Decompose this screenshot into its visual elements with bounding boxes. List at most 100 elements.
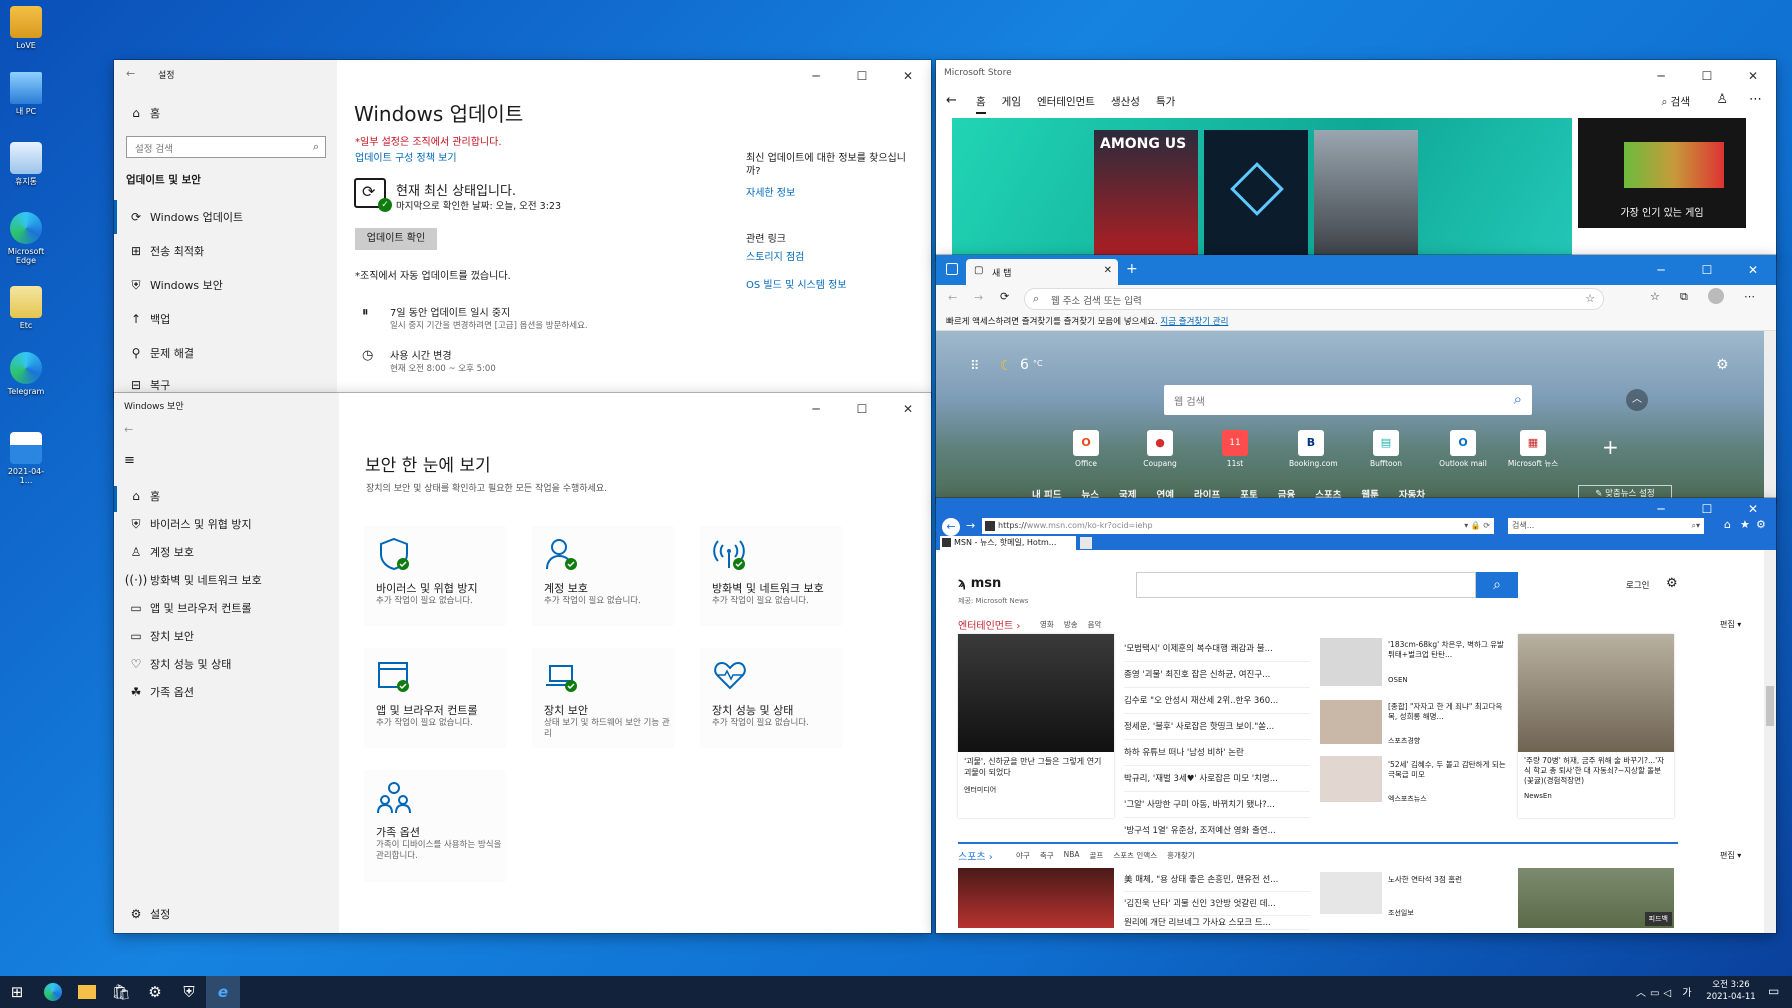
store-tab-productivity[interactable]: 생산성 bbox=[1111, 94, 1140, 114]
more-icon[interactable]: ⋯ bbox=[1749, 92, 1762, 107]
close-icon[interactable]: ✕ bbox=[1730, 498, 1776, 520]
close-icon[interactable]: ✕ bbox=[1730, 60, 1776, 92]
desktop-icon-telegram[interactable]: Telegram bbox=[4, 352, 48, 396]
maximize-icon[interactable]: ☐ bbox=[1684, 255, 1730, 285]
gear-icon[interactable]: ⚙ bbox=[1716, 357, 1729, 373]
add-tab-icon[interactable]: + bbox=[1126, 261, 1138, 277]
minimize-icon[interactable]: ─ bbox=[1638, 60, 1684, 92]
side-headline[interactable]: '183cm-68kg' 차은우, 벽하그 유발 튀태+벌크업 탄탄... bbox=[1388, 640, 1506, 660]
check-updates-button[interactable]: 업데이트 확인 bbox=[355, 228, 437, 250]
quick-link-coupang[interactable]: ● Coupang bbox=[1140, 430, 1180, 478]
tile-firewall[interactable]: 방화벽 및 네트워크 보호 추가 작업이 필요 없습니다. bbox=[700, 526, 842, 626]
system-tray[interactable]: ︿▭◁ 가 bbox=[1636, 984, 1696, 999]
account-icon[interactable]: ♙ bbox=[1716, 92, 1728, 107]
edit-link[interactable]: 편집 ▾ bbox=[1720, 619, 1741, 630]
desktop-icon-mypc[interactable]: 내 PC bbox=[4, 72, 48, 116]
store-hero-banner[interactable]: AMONG US bbox=[952, 118, 1572, 260]
more-icon[interactable]: ⋯ bbox=[1744, 290, 1755, 303]
sec-nav-virus[interactable]: ⛨ 바이러스 및 위협 방지 bbox=[122, 510, 308, 538]
maximize-icon[interactable]: ☐ bbox=[1684, 60, 1730, 92]
headline[interactable]: 美 매체, "용 상태 좋은 손흥민, 맨유전 선... bbox=[1124, 868, 1310, 892]
side-headline[interactable]: '52세' 김혜수, 두 볼고 감탄하게 되는 극복급 미모 bbox=[1388, 760, 1506, 780]
edge-scrollbar[interactable] bbox=[1764, 331, 1776, 503]
right-news-card[interactable]: '주량 70병' 허재, 금주 위해 술 바꾸기?...'자식 학교 총 퇴사'… bbox=[1518, 634, 1674, 818]
maximize-icon[interactable]: ☐ bbox=[839, 60, 885, 92]
refresh-icon[interactable]: ⟳ bbox=[1000, 290, 1009, 303]
favorites-icon[interactable]: ★ bbox=[1740, 518, 1750, 531]
taskbar-settings[interactable]: ⚙ bbox=[138, 976, 172, 1008]
store-tab-games[interactable]: 게임 bbox=[1002, 94, 1021, 114]
back-arrow-icon[interactable]: ← bbox=[126, 67, 135, 80]
sports-side[interactable]: 노사한 연타석 3점 홈런 조선일보 bbox=[1320, 868, 1508, 928]
sec-nav-app-browser[interactable]: ▭ 앱 및 브라우저 컨트롤 bbox=[122, 594, 308, 622]
taskbar-store[interactable]: 🛍 bbox=[104, 976, 138, 1008]
sec-nav-account[interactable]: ♙ 계정 보호 bbox=[122, 538, 308, 566]
quick-link-outlook[interactable]: O Outlook mail bbox=[1436, 430, 1490, 478]
quick-link-booking[interactable]: B Booking.com bbox=[1289, 430, 1338, 478]
close-icon[interactable]: ✕ bbox=[885, 393, 931, 425]
popular-games-tile[interactable]: 가장 인기 있는 게임 bbox=[1578, 118, 1746, 228]
apps-grid-icon[interactable]: ⠿ bbox=[970, 359, 980, 374]
headline[interactable]: '김진욱 난타' 괴물 신인 3안방 엇갈린 데... bbox=[1124, 892, 1310, 916]
headline[interactable]: 박규리, '재벌 3세♥' 사로잡은 미모 '치명... bbox=[1124, 766, 1310, 792]
tile-app-browser[interactable]: 앱 및 브라우저 컨트롤 추가 작업이 필요 없습니다. bbox=[364, 648, 506, 748]
quick-link-office[interactable]: O Office bbox=[1066, 430, 1106, 478]
headline[interactable]: '방구석 1열' 유준상, 조저예산 영화 출연... bbox=[1124, 818, 1310, 844]
address-bar[interactable]: ⌕ 웹 주소 검색 또는 입력 ☆ bbox=[1024, 288, 1604, 310]
start-button[interactable]: ⊞ bbox=[0, 976, 34, 1008]
nav-backup[interactable]: ↑ 백업 bbox=[122, 302, 308, 336]
settings-home[interactable]: ⌂ 홈 bbox=[122, 96, 308, 130]
pause-updates-option[interactable]: 7일 동안 업데이트 일시 중지 bbox=[390, 304, 510, 319]
close-icon[interactable]: ✕ bbox=[1104, 265, 1112, 276]
headline[interactable]: 정세운, '불후' 사로잡은 핫띵크 보이."쏟... bbox=[1124, 714, 1310, 740]
minimize-icon[interactable]: ─ bbox=[793, 393, 839, 425]
minimize-icon[interactable]: ─ bbox=[793, 60, 839, 92]
close-icon[interactable]: ✕ bbox=[1730, 255, 1776, 285]
taskbar-explorer[interactable] bbox=[70, 976, 104, 1008]
sec-nav-family[interactable]: ☘ 가족 옵션 bbox=[122, 678, 308, 706]
headline[interactable]: 김수로 "오 안성시 재산세 2위..한우 360... bbox=[1124, 688, 1310, 714]
home-icon[interactable]: ⌂ bbox=[1724, 518, 1731, 531]
side-headline[interactable]: [종합] "자자고 한 게 죄냐" 최고다윽목, 성희롱 해명... bbox=[1388, 702, 1506, 722]
back-arrow-icon[interactable]: ← bbox=[948, 291, 957, 304]
ie-scrollbar[interactable] bbox=[1764, 550, 1776, 933]
os-info-link[interactable]: OS 빌드 및 시스템 정보 bbox=[746, 276, 847, 291]
desktop-icon-etc[interactable]: Etc bbox=[4, 286, 48, 330]
active-hours-option[interactable]: 사용 시간 변경 bbox=[390, 347, 452, 362]
web-search-box[interactable]: 웹 검색 ⌕ bbox=[1164, 385, 1532, 415]
forward-arrow-icon[interactable]: → bbox=[966, 519, 975, 532]
minimize-icon[interactable]: ─ bbox=[1638, 498, 1684, 520]
quick-link-11st[interactable]: 11 11st bbox=[1215, 430, 1255, 478]
tile-family[interactable]: 가족 옵션 가족이 디바이스를 사용하는 방식을 관리합니다. bbox=[364, 770, 506, 882]
headline[interactable]: '그알' 사망한 구미 아동, 바뀌치기 됐나?... bbox=[1124, 792, 1310, 818]
notification-icon[interactable]: ▭ bbox=[1768, 984, 1779, 998]
sports-section-title[interactable]: 스포츠 › bbox=[958, 848, 993, 863]
back-arrow-icon[interactable]: ← bbox=[124, 423, 133, 436]
back-arrow-icon[interactable]: ← bbox=[942, 518, 960, 536]
tile-device-health[interactable]: 장치 성능 및 상태 추가 작업이 필요 없습니다. bbox=[700, 648, 842, 748]
sports-photo[interactable] bbox=[958, 868, 1114, 928]
clock[interactable]: 오전 3:26 2021-04-11 bbox=[1700, 979, 1762, 1003]
desktop-icon-love[interactable]: LoVE bbox=[4, 6, 48, 50]
nav-windows-update[interactable]: ⟳ Windows 업데이트 bbox=[122, 200, 308, 234]
msn-search-input[interactable] bbox=[1136, 572, 1476, 598]
ie-tab[interactable]: MSN - 뉴스, 핫메일, Hotm... bbox=[940, 536, 1076, 550]
minimize-icon[interactable]: ─ bbox=[1638, 255, 1684, 285]
settings-search[interactable]: 설정 검색 ⌕ bbox=[126, 136, 326, 158]
among-us-tile[interactable]: AMONG US bbox=[1094, 130, 1198, 260]
headline[interactable]: 종영 '괴물' 최진호 잡은 신하균, 여진구... bbox=[1124, 662, 1310, 688]
ie-search-box[interactable]: 검색... ⌕▾ bbox=[1508, 518, 1704, 534]
scrollbar-thumb[interactable] bbox=[1766, 686, 1774, 726]
login-link[interactable]: 로그인 bbox=[1626, 579, 1649, 591]
ie-address-bar[interactable]: https://www.msn.com/ko-kr?ocid=iehp ▾ 🔒 … bbox=[982, 518, 1494, 534]
tile-device-security[interactable]: 장치 보안 상태 보기 및 하드웨어 보안 기능 관리 bbox=[532, 648, 674, 748]
more-info-link[interactable]: 자세한 정보 bbox=[746, 184, 795, 199]
maximize-icon[interactable]: ☐ bbox=[839, 393, 885, 425]
gear-icon[interactable]: ⚙ bbox=[1666, 576, 1678, 591]
sec-nav-home[interactable]: ⌂ 홈 bbox=[122, 482, 308, 510]
add-favorite-icon[interactable]: ☆ bbox=[1585, 292, 1595, 305]
edge-tab[interactable]: ▢ 새 탭 ✕ bbox=[966, 259, 1118, 285]
store-tab-deals[interactable]: 특가 bbox=[1156, 94, 1175, 114]
desktop-icon-edge[interactable]: Microsoft Edge bbox=[4, 212, 48, 265]
headline[interactable]: 원리에 개단 리브네그 가사요 스모크 드... bbox=[1124, 916, 1310, 930]
